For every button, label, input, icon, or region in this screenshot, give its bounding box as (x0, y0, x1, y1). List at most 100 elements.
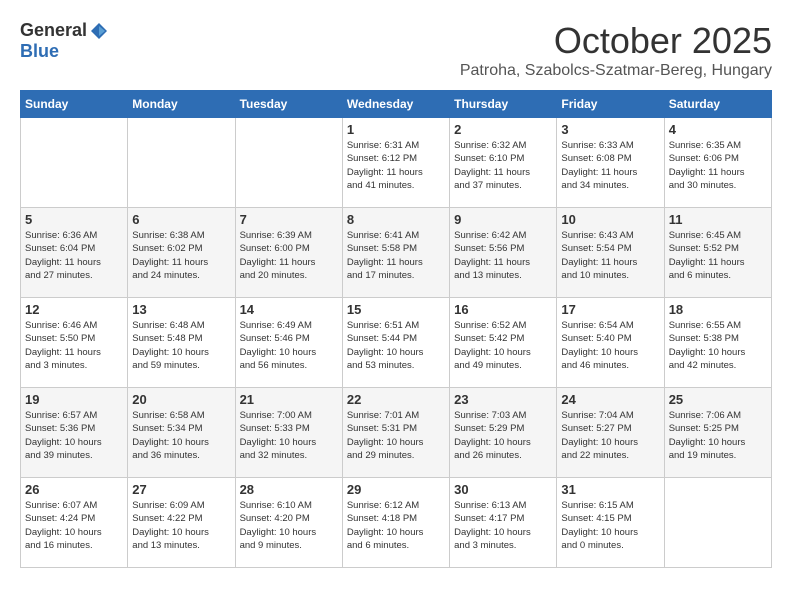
day-info: Sunrise: 6:32 AM Sunset: 6:10 PM Dayligh… (454, 139, 552, 192)
day-info: Sunrise: 6:49 AM Sunset: 5:46 PM Dayligh… (240, 319, 338, 372)
day-info: Sunrise: 7:01 AM Sunset: 5:31 PM Dayligh… (347, 409, 445, 462)
weekday-row: SundayMondayTuesdayWednesdayThursdayFrid… (21, 91, 772, 118)
day-number: 11 (669, 212, 767, 227)
day-info: Sunrise: 6:51 AM Sunset: 5:44 PM Dayligh… (347, 319, 445, 372)
day-info: Sunrise: 6:38 AM Sunset: 6:02 PM Dayligh… (132, 229, 230, 282)
day-info: Sunrise: 6:45 AM Sunset: 5:52 PM Dayligh… (669, 229, 767, 282)
day-number: 25 (669, 392, 767, 407)
calendar-cell: 7Sunrise: 6:39 AM Sunset: 6:00 PM Daylig… (235, 208, 342, 298)
calendar-cell: 28Sunrise: 6:10 AM Sunset: 4:20 PM Dayli… (235, 478, 342, 568)
day-info: Sunrise: 6:42 AM Sunset: 5:56 PM Dayligh… (454, 229, 552, 282)
day-info: Sunrise: 6:12 AM Sunset: 4:18 PM Dayligh… (347, 499, 445, 552)
calendar-cell: 11 Sunrise: 6:45 AM Sunset: 5:52 PM Dayli… (664, 208, 771, 298)
day-number: 26 (25, 482, 123, 497)
day-number: 16 (454, 302, 552, 317)
calendar-cell: 29 Sunrise: 6:12 AM Sunset: 4:18 PM Dayli… (342, 478, 449, 568)
day-number: 13 (132, 302, 230, 317)
day-number: 20 (132, 392, 230, 407)
calendar-week-row: 12 Sunrise: 6:46 AM Sunset: 5:50 PM Dayli… (21, 298, 772, 388)
day-info: Sunrise: 6:58 AM Sunset: 5:34 PM Dayligh… (132, 409, 230, 462)
day-info: Sunrise: 7:06 AM Sunset: 5:25 PM Dayligh… (669, 409, 767, 462)
day-number: 8 (347, 212, 445, 227)
calendar-cell (128, 118, 235, 208)
calendar-cell: 20 Sunrise: 6:58 AM Sunset: 5:34 PM Dayli… (128, 388, 235, 478)
day-number: 31 (561, 482, 659, 497)
day-number: 1 (347, 122, 445, 137)
calendar-cell: 26 Sunrise: 6:07 AM Sunset: 4:24 PM Dayli… (21, 478, 128, 568)
calendar-cell: 8 Sunrise: 6:41 AM Sunset: 5:58 PM Daylig… (342, 208, 449, 298)
calendar-cell: 24Sunrise: 7:04 AM Sunset: 5:27 PM Dayli… (557, 388, 664, 478)
day-info: Sunrise: 6:13 AM Sunset: 4:17 PM Dayligh… (454, 499, 552, 552)
calendar-cell: 9 Sunrise: 6:42 AM Sunset: 5:56 PM Daylig… (450, 208, 557, 298)
calendar-cell: 4 Sunrise: 6:35 AM Sunset: 6:06 PM Daylig… (664, 118, 771, 208)
day-info: Sunrise: 6:57 AM Sunset: 5:36 PM Dayligh… (25, 409, 123, 462)
day-info: Sunrise: 7:03 AM Sunset: 5:29 PM Dayligh… (454, 409, 552, 462)
weekday-header: Friday (557, 91, 664, 118)
day-number: 7 (240, 212, 338, 227)
calendar-cell: 27Sunrise: 6:09 AM Sunset: 4:22 PM Dayli… (128, 478, 235, 568)
day-number: 4 (669, 122, 767, 137)
calendar-cell: 25 Sunrise: 7:06 AM Sunset: 5:25 PM Dayli… (664, 388, 771, 478)
day-number: 9 (454, 212, 552, 227)
calendar-cell: 19 Sunrise: 6:57 AM Sunset: 5:36 PM Dayli… (21, 388, 128, 478)
day-info: Sunrise: 6:10 AM Sunset: 4:20 PM Dayligh… (240, 499, 338, 552)
calendar-cell: 1 Sunrise: 6:31 AM Sunset: 6:12 PM Daylig… (342, 118, 449, 208)
calendar-cell: 22 Sunrise: 7:01 AM Sunset: 5:31 PM Dayli… (342, 388, 449, 478)
day-number: 29 (347, 482, 445, 497)
day-info: Sunrise: 6:07 AM Sunset: 4:24 PM Dayligh… (25, 499, 123, 552)
day-info: Sunrise: 7:04 AM Sunset: 5:27 PM Dayligh… (561, 409, 659, 462)
calendar-cell: 16 Sunrise: 6:52 AM Sunset: 5:42 PM Dayli… (450, 298, 557, 388)
day-number: 18 (669, 302, 767, 317)
day-number: 22 (347, 392, 445, 407)
day-number: 6 (132, 212, 230, 227)
calendar-week-row: 26 Sunrise: 6:07 AM Sunset: 4:24 PM Dayli… (21, 478, 772, 568)
weekday-header: Monday (128, 91, 235, 118)
day-number: 2 (454, 122, 552, 137)
calendar-cell: 5Sunrise: 6:36 AM Sunset: 6:04 PM Daylig… (21, 208, 128, 298)
calendar-cell: 13 Sunrise: 6:48 AM Sunset: 5:48 PM Dayli… (128, 298, 235, 388)
day-number: 23 (454, 392, 552, 407)
weekday-header: Thursday (450, 91, 557, 118)
day-number: 12 (25, 302, 123, 317)
calendar-table: SundayMondayTuesdayWednesdayThursdayFrid… (20, 90, 772, 568)
day-info: Sunrise: 6:52 AM Sunset: 5:42 PM Dayligh… (454, 319, 552, 372)
calendar-cell: 3Sunrise: 6:33 AM Sunset: 6:08 PM Daylig… (557, 118, 664, 208)
day-info: Sunrise: 6:55 AM Sunset: 5:38 PM Dayligh… (669, 319, 767, 372)
weekday-header: Saturday (664, 91, 771, 118)
logo-general-text: General (20, 20, 87, 41)
day-number: 17 (561, 302, 659, 317)
calendar-cell: 23 Sunrise: 7:03 AM Sunset: 5:29 PM Dayli… (450, 388, 557, 478)
day-info: Sunrise: 6:54 AM Sunset: 5:40 PM Dayligh… (561, 319, 659, 372)
calendar-cell (235, 118, 342, 208)
day-number: 3 (561, 122, 659, 137)
day-number: 15 (347, 302, 445, 317)
calendar-cell: 21Sunrise: 7:00 AM Sunset: 5:33 PM Dayli… (235, 388, 342, 478)
day-info: Sunrise: 6:35 AM Sunset: 6:06 PM Dayligh… (669, 139, 767, 192)
weekday-header: Wednesday (342, 91, 449, 118)
calendar-week-row: 5Sunrise: 6:36 AM Sunset: 6:04 PM Daylig… (21, 208, 772, 298)
day-info: Sunrise: 6:15 AM Sunset: 4:15 PM Dayligh… (561, 499, 659, 552)
day-info: Sunrise: 6:48 AM Sunset: 5:48 PM Dayligh… (132, 319, 230, 372)
day-number: 30 (454, 482, 552, 497)
weekday-header: Tuesday (235, 91, 342, 118)
calendar-cell: 15 Sunrise: 6:51 AM Sunset: 5:44 PM Dayli… (342, 298, 449, 388)
day-info: Sunrise: 6:31 AM Sunset: 6:12 PM Dayligh… (347, 139, 445, 192)
day-number: 10 (561, 212, 659, 227)
calendar-cell: 31 Sunrise: 6:15 AM Sunset: 4:15 PM Dayli… (557, 478, 664, 568)
calendar-cell: 30 Sunrise: 6:13 AM Sunset: 4:17 PM Dayli… (450, 478, 557, 568)
day-number: 19 (25, 392, 123, 407)
day-info: Sunrise: 6:41 AM Sunset: 5:58 PM Dayligh… (347, 229, 445, 282)
calendar-body: 1 Sunrise: 6:31 AM Sunset: 6:12 PM Daylig… (21, 118, 772, 568)
calendar-cell (21, 118, 128, 208)
page-header: General Blue October 2025 Patroha, Szabo… (20, 20, 772, 80)
day-info: Sunrise: 6:43 AM Sunset: 5:54 PM Dayligh… (561, 229, 659, 282)
calendar-cell (664, 478, 771, 568)
calendar-cell: 2 Sunrise: 6:32 AM Sunset: 6:10 PM Daylig… (450, 118, 557, 208)
day-info: Sunrise: 6:46 AM Sunset: 5:50 PM Dayligh… (25, 319, 123, 372)
day-number: 21 (240, 392, 338, 407)
calendar-cell: 18 Sunrise: 6:55 AM Sunset: 5:38 PM Dayli… (664, 298, 771, 388)
day-info: Sunrise: 6:09 AM Sunset: 4:22 PM Dayligh… (132, 499, 230, 552)
calendar-cell: 14 Sunrise: 6:49 AM Sunset: 5:46 PM Dayli… (235, 298, 342, 388)
day-number: 14 (240, 302, 338, 317)
calendar-cell: 17 Sunrise: 6:54 AM Sunset: 5:40 PM Dayli… (557, 298, 664, 388)
